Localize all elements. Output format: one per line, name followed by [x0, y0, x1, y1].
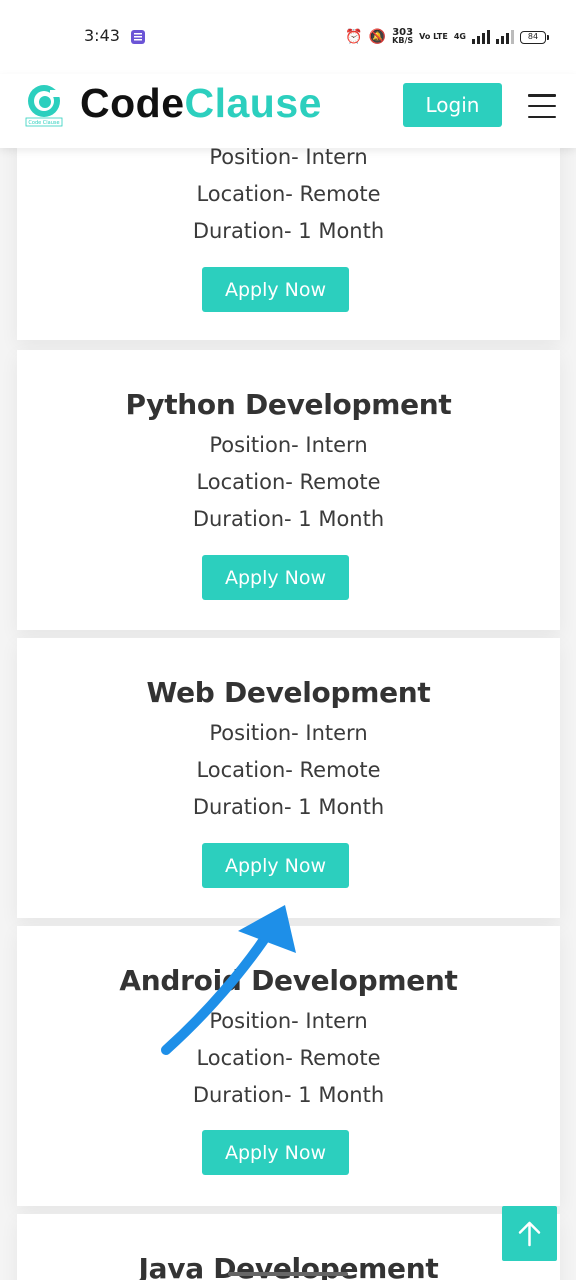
apply-now-button[interactable]: Apply Now — [202, 555, 349, 600]
mute-icon: 🔕 — [368, 29, 387, 45]
login-button[interactable]: Login — [403, 83, 502, 127]
gesture-bar — [228, 1272, 348, 1276]
position-text: Position- Intern — [209, 145, 368, 169]
volte-indicator: Vo LTE — [419, 32, 448, 41]
signal-icon — [472, 30, 490, 44]
annotation-arrow-icon — [161, 905, 296, 1055]
apply-now-button[interactable]: Apply Now — [202, 1130, 349, 1175]
codeclause-logo-icon[interactable]: Code Clause — [24, 82, 64, 128]
scroll-to-top-button[interactable] — [502, 1206, 557, 1261]
position-text: Position- Intern — [209, 721, 368, 745]
card-title: Python Development — [125, 388, 452, 421]
battery-icon: 84 — [520, 30, 549, 44]
status-icons: ⏰ 🔕 303 KB/S Vo LTE 4G 84 — [345, 27, 549, 46]
internship-list: Position- Intern Location- Remote Durati… — [0, 0, 576, 1280]
duration-text: Duration- 1 Month — [192, 795, 385, 819]
internship-card-python: Python Development Position- Intern Loca… — [17, 350, 560, 630]
alarm-icon: ⏰ — [345, 29, 363, 45]
apply-now-button[interactable]: Apply Now — [202, 843, 349, 888]
menu-icon[interactable] — [528, 94, 556, 118]
location-text: Location- Remote — [196, 182, 381, 206]
status-time: 3:43 — [84, 26, 120, 45]
status-bar: 3:43 ⏰ 🔕 303 KB/S Vo LTE 4G 84 — [0, 0, 576, 74]
duration-text: Duration- 1 Month — [192, 1083, 385, 1107]
network-speed: 303 KB/S — [392, 27, 414, 45]
location-text: Location- Remote — [196, 758, 381, 782]
network-type: 4G — [453, 32, 466, 41]
duration-text: Duration- 1 Month — [192, 219, 385, 243]
card-title: Web Development — [146, 676, 431, 709]
logo-tagline: Code Clause — [28, 120, 59, 126]
notes-app-icon — [131, 30, 145, 44]
location-text: Location- Remote — [196, 470, 381, 494]
site-header: Code Clause CodeClause Login — [0, 74, 576, 148]
internship-card-web: Web Development Position- Intern Locatio… — [17, 638, 560, 918]
internship-card-java: Java Developement — [17, 1214, 560, 1280]
apply-now-button[interactable]: Apply Now — [202, 267, 349, 312]
arrow-up-icon — [518, 1221, 541, 1247]
duration-text: Duration- 1 Month — [192, 507, 385, 531]
brand-name[interactable]: CodeClause — [80, 78, 322, 128]
signal-icon-2 — [496, 30, 514, 44]
position-text: Position- Intern — [209, 433, 368, 457]
